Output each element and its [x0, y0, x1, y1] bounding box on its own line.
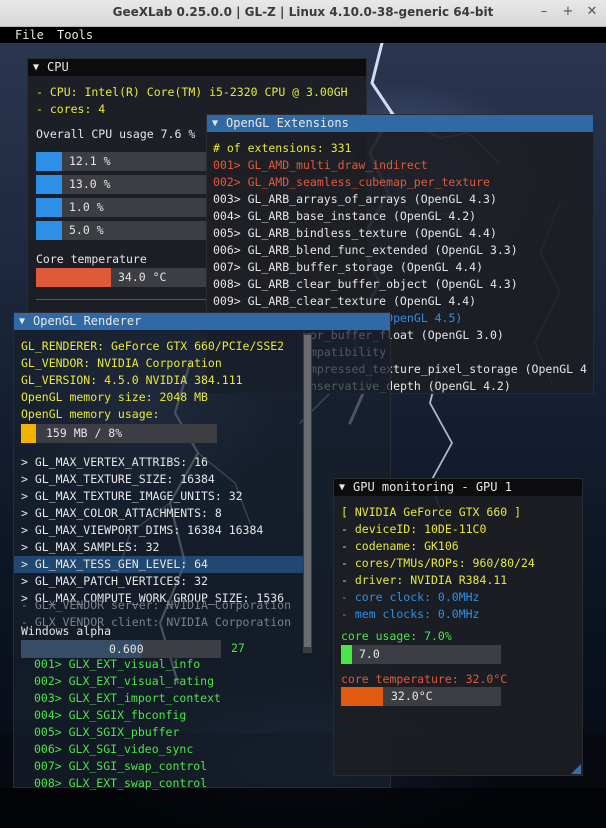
cpu-temp-fill	[36, 268, 111, 287]
collapse-arrow-icon[interactable]: ▼	[33, 59, 39, 76]
windows-alpha-slider[interactable]: 0.600	[21, 640, 221, 658]
cpu-usage-label: Overall CPU usage 7.6 %	[36, 127, 196, 141]
memory-usage-value: 159 MB / 8%	[46, 426, 123, 440]
glx-extension-count: 27	[231, 641, 245, 655]
renderer-window-title: OpenGL Renderer	[33, 314, 142, 328]
renderer-info-line: GL_VENDOR: NVIDIA Corporation	[21, 356, 222, 370]
collapse-arrow-icon[interactable]: ▼	[19, 313, 25, 330]
minimize-button[interactable]: –	[536, 4, 552, 20]
cpu-core-fill	[36, 175, 62, 194]
gl-limit-item: > GL_MAX_PATCH_VERTICES: 32	[21, 574, 208, 588]
cpu-temp-label: Core temperature	[36, 252, 147, 266]
extension-item: 005> GL_ARB_bindless_texture (OpenGL 4.4…	[213, 226, 497, 240]
gpu-temp-bar: 32.0°C	[341, 687, 501, 706]
extension-item: 008> GL_ARB_clear_buffer_object (OpenGL …	[213, 277, 518, 291]
collapse-arrow-icon[interactable]: ▼	[339, 479, 345, 496]
gl-limit-item: > GL_MAX_SAMPLES: 32	[21, 540, 160, 554]
glx-extension-item: 005> GLX_SGIX_pbuffer	[34, 725, 180, 739]
extension-item: 003> GL_ARB_arrays_of_arrays (OpenGL 4.3…	[213, 192, 497, 206]
glx-extension-item: 007> GLX_SGI_swap_control	[34, 759, 208, 773]
extension-item: 004> GL_ARB_base_instance (OpenGL 4.2)	[213, 209, 477, 223]
cpu-core-value: 5.0 %	[69, 223, 104, 237]
renderer-window-header[interactable]: ▼ OpenGL Renderer	[14, 313, 390, 330]
gpu-name: [ NVIDIA GeForce GTX 660 ]	[341, 505, 522, 519]
gpu-usage-fill	[341, 645, 353, 664]
extension-item: 002> GL_AMD_seamless_cubemap_per_texture	[213, 175, 490, 189]
cpu-name: - CPU: Intel(R) Core(TM) i5-2320 CPU @ 3…	[36, 85, 348, 99]
extensions-count: # of extensions: 331	[213, 141, 352, 155]
menu-file[interactable]: File	[15, 27, 44, 43]
gpu-usage-bar: 7.0	[341, 645, 501, 664]
renderer-scrollbar[interactable]	[303, 333, 312, 653]
gpu-temp-value: 32.0°C	[391, 689, 433, 703]
glx-extension-item: 003> GLX_EXT_import_context	[34, 691, 221, 705]
resize-grip-icon[interactable]	[571, 764, 581, 774]
glx-extension-item: 001> GLX_EXT_visual_info	[34, 657, 201, 671]
glx-extension-item: 008> GLX_EXT_swap_control	[34, 776, 208, 790]
gpu-info-line: - mem clocks: 0.0MHz	[341, 607, 480, 621]
cpu-core-fill	[36, 221, 62, 240]
window-title: GeeXLab 0.25.0.0 | GL-Z | Linux 4.10.0-3…	[112, 5, 494, 19]
cpu-core-value: 13.0 %	[69, 177, 111, 191]
gpu-window: ▼ GPU monitoring - GPU 1 [ NVIDIA GeForc…	[333, 478, 583, 776]
gpu-temp-label: core temperature: 32.0°C	[341, 672, 508, 686]
menu-bar: File Tools	[0, 27, 606, 43]
gl-limit-item: > GL_MAX_TEXTURE_SIZE: 16384	[21, 472, 215, 486]
gpu-info-line: - deviceID: 10DE-11C0	[341, 522, 487, 536]
gpu-info-line: - driver: NVIDIA R384.11	[341, 573, 508, 587]
glx-vendor-server: - GLX_VENDOR server: NVIDIA Corporation	[21, 598, 292, 612]
close-button[interactable]: ✕	[584, 4, 600, 20]
menu-tools[interactable]: Tools	[57, 27, 93, 43]
gl-limit-item: > GL_MAX_VERTEX_ATTRIBS: 16	[21, 455, 208, 469]
gpu-usage-label: core usage: 7.0%	[341, 629, 452, 643]
gpu-usage-value: 7.0	[359, 647, 380, 661]
glx-extension-item: 004> GLX_SGIX_fbconfig	[34, 708, 187, 722]
extension-item: 007> GL_ARB_buffer_storage (OpenGL 4.4)	[213, 260, 484, 274]
cpu-core-value: 1.0 %	[69, 200, 104, 214]
extensions-window-header[interactable]: ▼ OpenGL Extensions	[207, 115, 593, 132]
renderer-info-line: OpenGL memory size: 2048 MB	[21, 390, 208, 404]
renderer-info-line: GL_RENDERER: GeForce GTX 660/PCIe/SSE2	[21, 339, 285, 353]
gl-limit-item: > GL_MAX_COLOR_ATTACHMENTS: 8	[21, 506, 222, 520]
gpu-window-header[interactable]: ▼ GPU monitoring - GPU 1	[334, 479, 582, 496]
renderer-info-line: GL_VERSION: 4.5.0 NVIDIA 384.111	[21, 373, 243, 387]
gl-limit-item: > GL_MAX_TEXTURE_IMAGE_UNITS: 32	[21, 489, 243, 503]
cpu-core-fill	[36, 198, 62, 217]
gl-limit-item: > GL_MAX_VIEWPORT_DIMS: 16384 16384	[21, 523, 264, 537]
extensions-window-title: OpenGL Extensions	[226, 116, 349, 130]
gpu-info-line: - cores/TMUs/ROPs: 960/80/24	[341, 556, 535, 570]
extension-item: 009> GL_ARB_clear_texture (OpenGL 4.4)	[213, 294, 477, 308]
cpu-window-header[interactable]: ▼ CPU	[28, 59, 366, 76]
gpu-window-title: GPU monitoring - GPU 1	[353, 480, 512, 494]
gpu-info-line: - codename: GK106	[341, 539, 459, 553]
windows-alpha-value: 0.600	[109, 642, 144, 656]
gpu-info-line: - core clock: 0.0MHz	[341, 590, 480, 604]
gpu-temp-fill	[341, 687, 383, 706]
glx-extension-item: 002> GLX_EXT_visual_rating	[34, 674, 215, 688]
maximize-button[interactable]: +	[560, 4, 576, 20]
renderer-info-line: OpenGL memory usage:	[21, 407, 160, 421]
cpu-core-fill	[36, 152, 62, 171]
extension-item: 006> GL_ARB_blend_func_extended (OpenGL …	[213, 243, 518, 257]
cpu-window-title: CPU	[47, 60, 69, 74]
collapse-arrow-icon[interactable]: ▼	[212, 115, 218, 132]
cpu-cores: - cores: 4	[36, 102, 106, 116]
renderer-scrollbar-thumb[interactable]	[304, 335, 311, 647]
extension-item: 001> GL_AMD_multi_draw_indirect	[213, 158, 428, 172]
glx-extension-item: 006> GLX_SGI_video_sync	[34, 742, 194, 756]
gl-limit-item: > GL_MAX_TESS_GEN_LEVEL: 64	[21, 557, 208, 571]
memory-usage-fill	[21, 424, 36, 443]
cpu-core-value: 12.1 %	[69, 154, 111, 168]
cpu-temp-value: 34.0 °C	[118, 270, 167, 284]
memory-usage-bar: 159 MB / 8%	[21, 424, 217, 443]
app-title-bar: GeeXLab 0.25.0.0 | GL-Z | Linux 4.10.0-3…	[0, 0, 606, 27]
windows-alpha-label: Windows alpha	[21, 624, 112, 638]
